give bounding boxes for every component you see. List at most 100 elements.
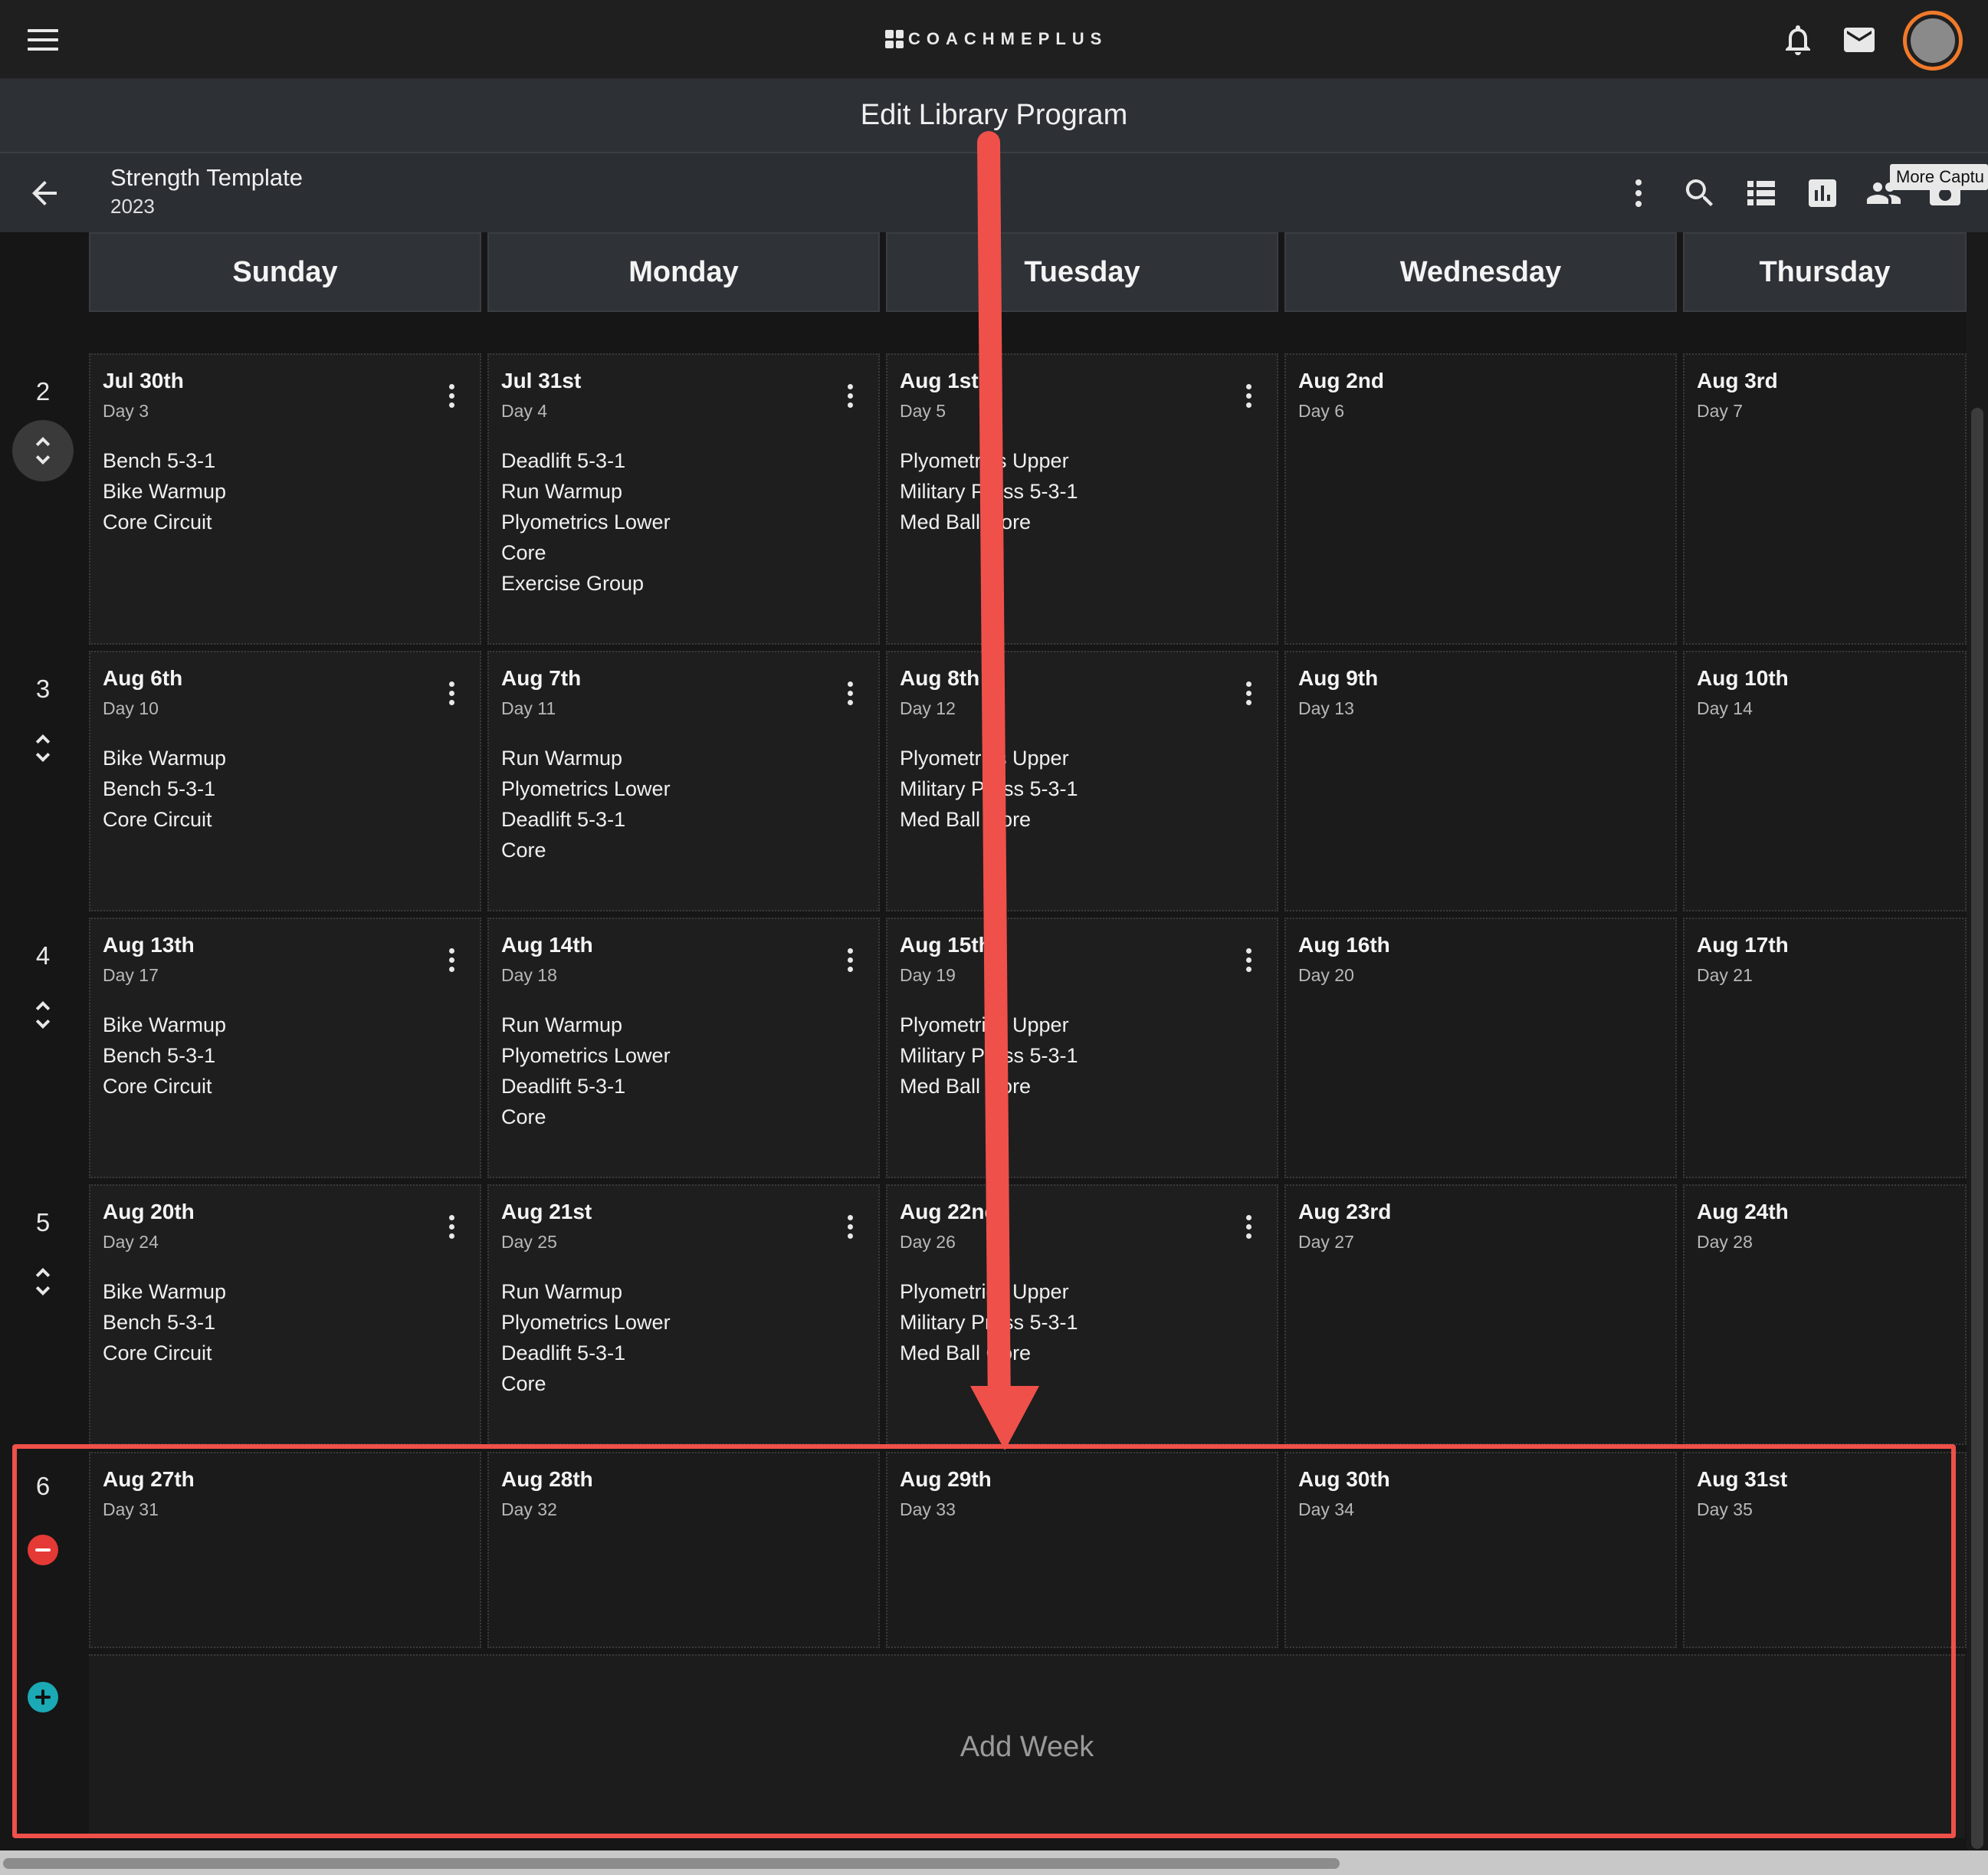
reorder-week-icon[interactable] <box>25 730 61 767</box>
day-cell[interactable]: Aug 6th Day 10 Bike Warmup Bench 5-3-1 Core … <box>89 651 481 911</box>
add-week-button[interactable]: Add Week <box>89 1654 1965 1838</box>
workout-item[interactable]: Run Warmup <box>501 1276 671 1307</box>
cell-day-number: Day 10 <box>103 698 159 718</box>
cell-more-options-icon[interactable] <box>1246 1215 1254 1241</box>
cell-more-options-icon[interactable] <box>848 948 855 974</box>
workout-item[interactable]: Med Ball Core <box>900 507 1078 537</box>
day-cell[interactable]: Aug 28th Day 32 <box>487 1452 880 1648</box>
cell-day-number: Day 34 <box>1298 1499 1354 1519</box>
workout-item[interactable]: Core <box>501 1368 671 1399</box>
workout-item[interactable]: Bike Warmup <box>103 1010 226 1040</box>
workout-item[interactable]: Med Ball Core <box>900 1338 1078 1368</box>
workout-item[interactable]: Core Circuit <box>103 1338 226 1368</box>
day-cell[interactable]: Jul 30th Day 3 Bench 5-3-1 Bike Warmup Core … <box>89 353 481 645</box>
workout-item[interactable]: Plyometrics Upper <box>900 743 1078 773</box>
cell-more-options-icon[interactable] <box>449 1215 457 1241</box>
workout-item[interactable]: Plyometrics Upper <box>900 445 1078 476</box>
search-icon[interactable] <box>1681 175 1718 212</box>
day-cell[interactable]: Aug 21st Day 25 Run Warmup Plyometrics Lowe… <box>487 1184 880 1445</box>
workout-item[interactable]: Med Ball Core <box>900 1071 1078 1102</box>
workout-item[interactable]: Military Press 5-3-1 <box>900 476 1078 507</box>
day-cell[interactable]: Aug 30th Day 34 <box>1284 1452 1677 1648</box>
day-cell[interactable]: Aug 15th Day 19 Plyometrics Upper Military … <box>886 918 1278 1178</box>
day-cell[interactable]: Aug 29th Day 33 <box>886 1452 1278 1648</box>
cell-more-options-icon[interactable] <box>449 384 457 410</box>
workout-item[interactable]: Plyometrics Lower <box>501 507 671 537</box>
workout-item[interactable]: Bike Warmup <box>103 476 226 507</box>
menu-icon[interactable] <box>28 29 58 51</box>
day-cell[interactable]: Aug 23rd Day 27 <box>1284 1184 1677 1445</box>
workout-item[interactable]: Plyometrics Lower <box>501 773 671 804</box>
workout-item[interactable]: Run Warmup <box>501 1010 671 1040</box>
cell-more-options-icon[interactable] <box>449 948 457 974</box>
workout-item[interactable]: Core Circuit <box>103 507 226 537</box>
cell-more-options-icon[interactable] <box>449 681 457 708</box>
workout-item[interactable]: Military Press 5-3-1 <box>900 1307 1078 1338</box>
cell-more-options-icon[interactable] <box>1246 384 1254 410</box>
list-view-icon[interactable] <box>1743 175 1780 212</box>
day-cell[interactable]: Aug 13th Day 17 Bike Warmup Bench 5-3-1 Core… <box>89 918 481 1178</box>
workout-item[interactable]: Bench 5-3-1 <box>103 1307 226 1338</box>
workout-item[interactable]: Core Circuit <box>103 804 226 835</box>
workout-item[interactable]: Plyometrics Lower <box>501 1307 671 1338</box>
cell-more-options-icon[interactable] <box>848 681 855 708</box>
workout-item[interactable]: Bike Warmup <box>103 1276 226 1307</box>
day-cell[interactable]: Aug 22nd Day 26 Plyometrics Upper Military … <box>886 1184 1278 1445</box>
cell-more-options-icon[interactable] <box>848 1215 855 1241</box>
workout-item[interactable]: Deadlift 5-3-1 <box>501 1338 671 1368</box>
workout-item[interactable]: Bike Warmup <box>103 743 226 773</box>
workout-item[interactable]: Core <box>501 1102 671 1132</box>
day-cell[interactable]: Jul 31st Day 4 Deadlift 5-3-1 Run Warmup Ply… <box>487 353 880 645</box>
workout-item[interactable]: Plyometrics Upper <box>900 1276 1078 1307</box>
workout-list: Plyometrics Upper Military Press 5-3-1 Med… <box>900 1276 1078 1368</box>
mail-icon[interactable] <box>1841 21 1878 58</box>
user-avatar[interactable] <box>1903 11 1963 71</box>
remove-week-icon[interactable] <box>28 1535 58 1565</box>
day-cell[interactable]: Aug 7th Day 11 Run Warmup Plyometrics Lower… <box>487 651 880 911</box>
workout-item[interactable]: Run Warmup <box>501 743 671 773</box>
vertical-scrollbar-thumb[interactable] <box>1971 408 1983 1849</box>
day-cell[interactable]: Aug 1st Day 5 Plyometrics Upper Military Pr… <box>886 353 1278 645</box>
bar-chart-icon[interactable] <box>1804 175 1841 212</box>
workout-item[interactable]: Deadlift 5-3-1 <box>501 445 671 476</box>
workout-item[interactable]: Deadlift 5-3-1 <box>501 804 671 835</box>
day-cell[interactable]: Aug 3rd Day 7 <box>1683 353 1967 645</box>
workout-item[interactable]: Bench 5-3-1 <box>103 445 226 476</box>
add-week-icon[interactable] <box>28 1682 58 1712</box>
day-cell[interactable]: Aug 24th Day 28 <box>1683 1184 1967 1445</box>
workout-item[interactable]: Core <box>501 835 671 865</box>
reorder-week-icon[interactable] <box>25 1263 61 1300</box>
workout-item[interactable]: Deadlift 5-3-1 <box>501 1071 671 1102</box>
day-cell[interactable]: Aug 9th Day 13 <box>1284 651 1677 911</box>
day-cell[interactable]: Aug 10th Day 14 <box>1683 651 1967 911</box>
workout-item[interactable]: Exercise Group <box>501 568 671 599</box>
day-cell[interactable]: Aug 8th Day 12 Plyometrics Upper Military P… <box>886 651 1278 911</box>
horizontal-scrollbar-thumb[interactable] <box>3 1858 1340 1869</box>
workout-item[interactable]: Med Ball Core <box>900 804 1078 835</box>
back-arrow-icon[interactable] <box>26 175 63 212</box>
day-cell[interactable]: Aug 14th Day 18 Run Warmup Plyometrics Lowe… <box>487 918 880 1178</box>
day-cell[interactable]: Aug 17th Day 21 <box>1683 918 1967 1178</box>
day-cell[interactable]: Aug 31st Day 35 <box>1683 1452 1967 1648</box>
cell-more-options-icon[interactable] <box>848 384 855 410</box>
workout-item[interactable]: Run Warmup <box>501 476 671 507</box>
cell-more-options-icon[interactable] <box>1246 681 1254 708</box>
reorder-week-icon[interactable] <box>25 997 61 1033</box>
cell-date: Aug 6th <box>103 666 183 690</box>
day-cell[interactable]: Aug 2nd Day 6 <box>1284 353 1677 645</box>
workout-item[interactable]: Bench 5-3-1 <box>103 1040 226 1071</box>
workout-item[interactable]: Core <box>501 537 671 568</box>
day-cell[interactable]: Aug 16th Day 20 <box>1284 918 1677 1178</box>
workout-item[interactable]: Military Press 5-3-1 <box>900 773 1078 804</box>
day-cell[interactable]: Aug 27th Day 31 <box>89 1452 481 1648</box>
workout-item[interactable]: Plyometrics Upper <box>900 1010 1078 1040</box>
workout-item[interactable]: Core Circuit <box>103 1071 226 1102</box>
more-options-icon[interactable] <box>1620 175 1657 212</box>
day-cell[interactable]: Aug 20th Day 24 Bike Warmup Bench 5-3-1 Core… <box>89 1184 481 1445</box>
workout-item[interactable]: Plyometrics Lower <box>501 1040 671 1071</box>
notification-bell-icon[interactable] <box>1780 21 1816 58</box>
workout-item[interactable]: Military Press 5-3-1 <box>900 1040 1078 1071</box>
workout-item[interactable]: Bench 5-3-1 <box>103 773 226 804</box>
cell-more-options-icon[interactable] <box>1246 948 1254 974</box>
reorder-week-icon[interactable] <box>12 420 74 481</box>
